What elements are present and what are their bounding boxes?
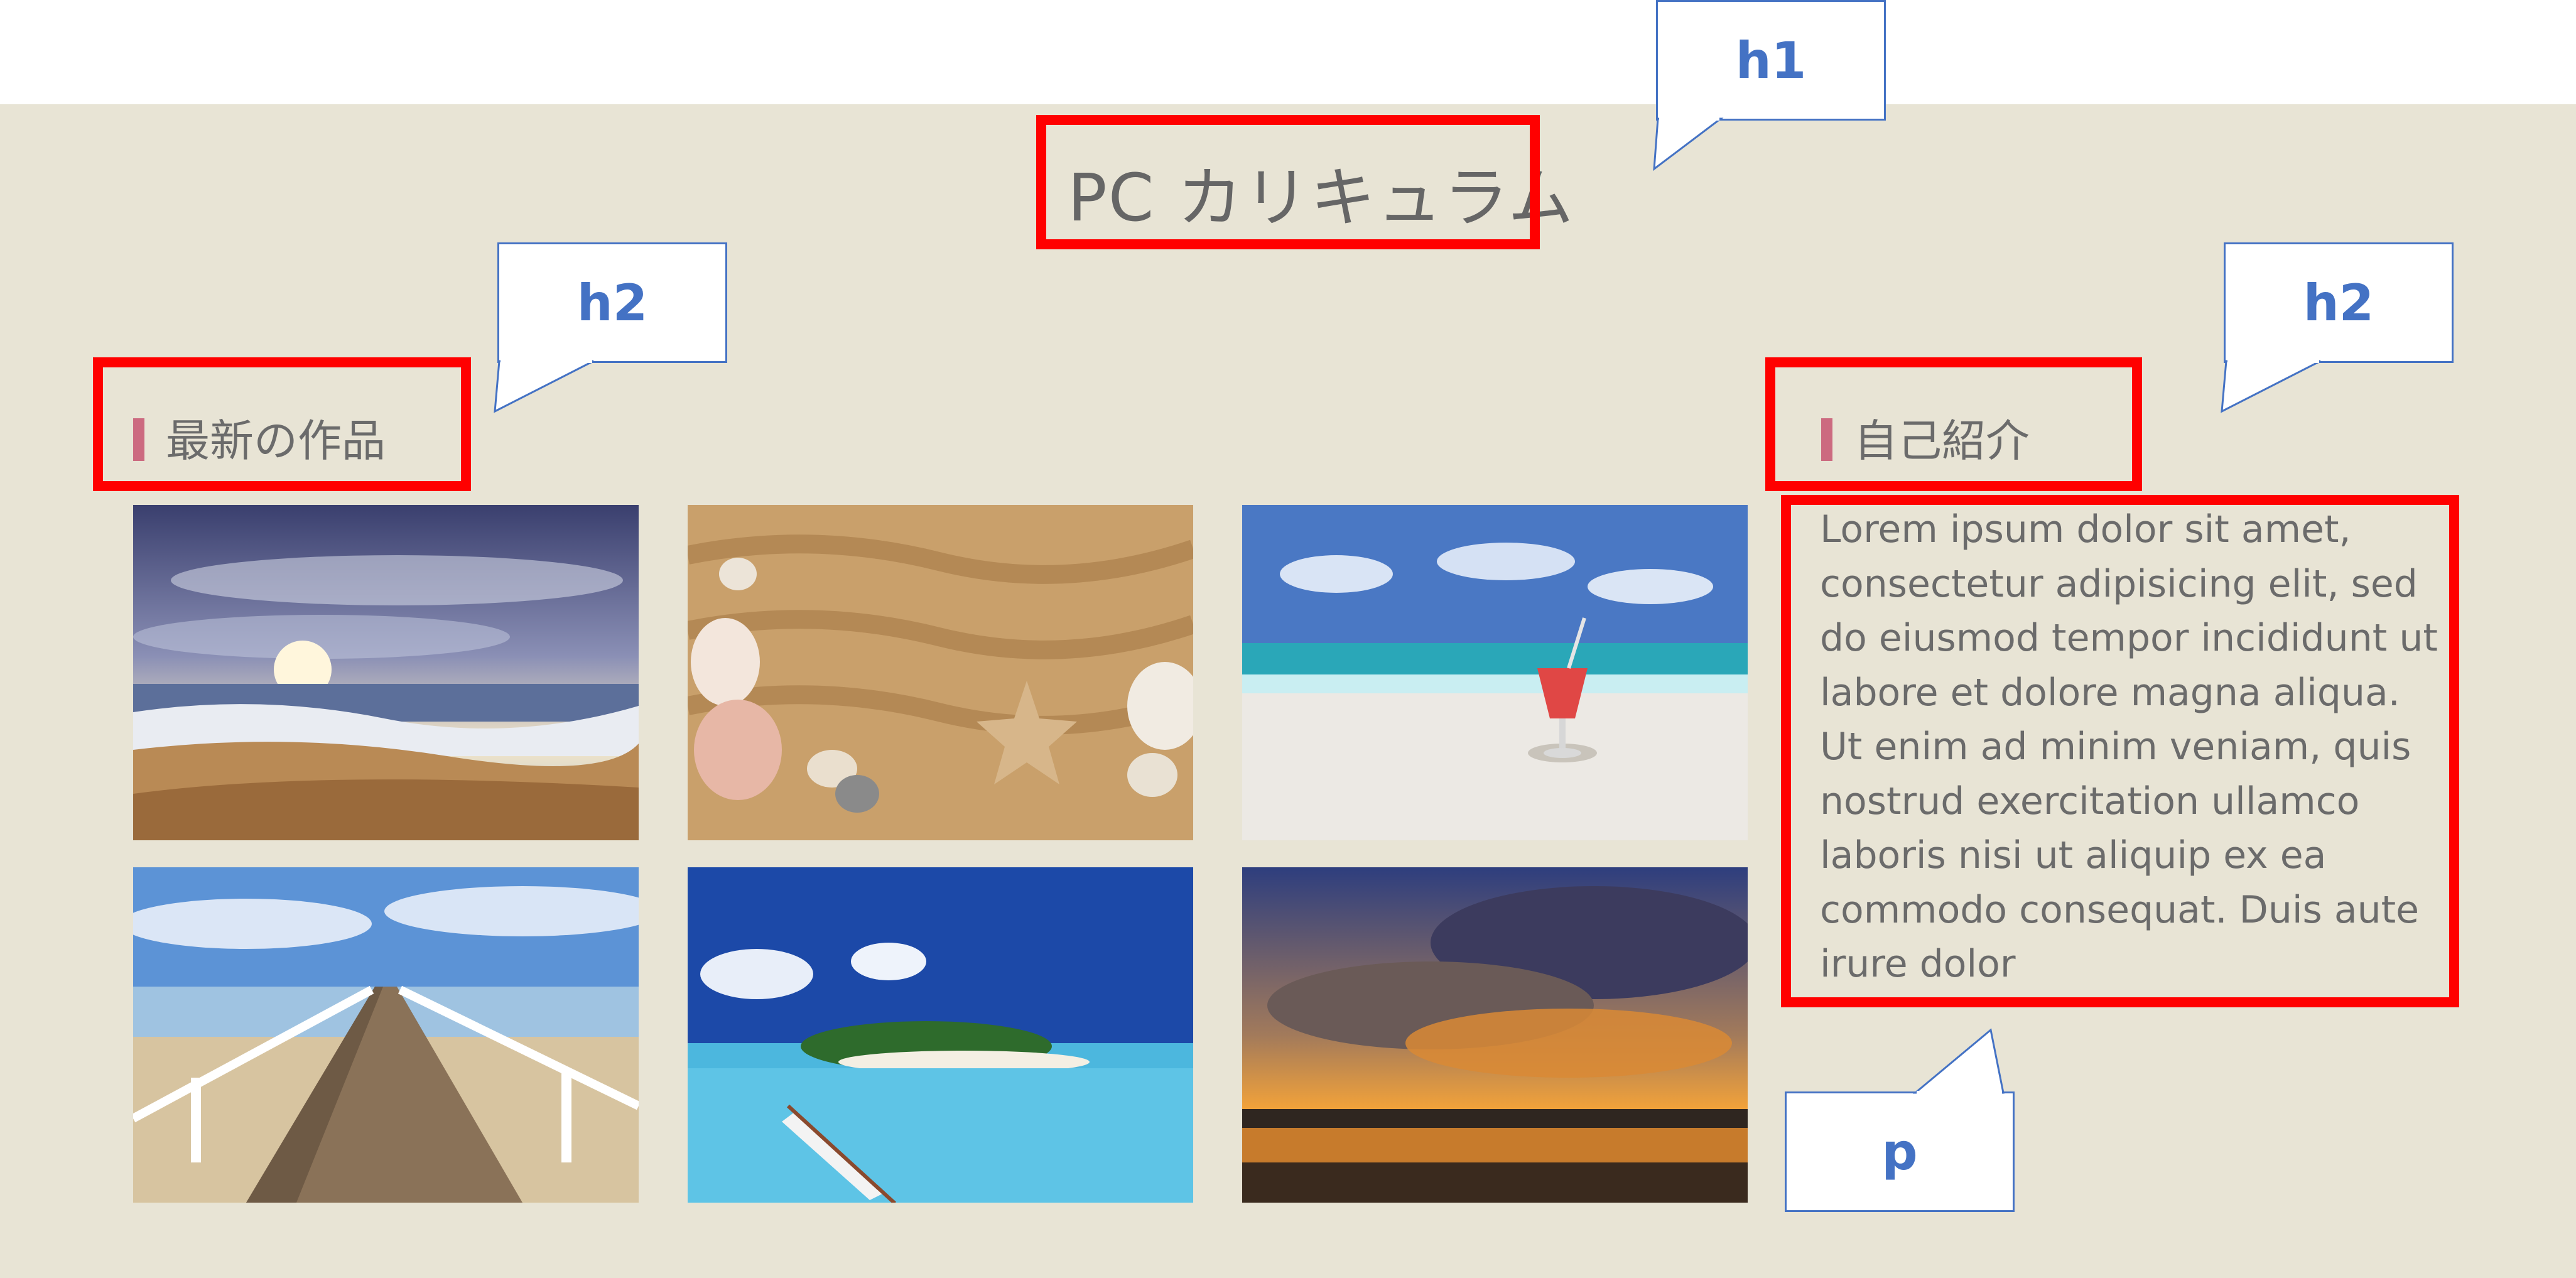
callout-h2-profile-label: h2 xyxy=(2303,273,2374,332)
callout-h2-works-label: h2 xyxy=(576,273,648,332)
gallery-thumbnail-sunset-beach[interactable] xyxy=(133,505,639,840)
seashells-starfish-sand-photo xyxy=(688,505,1193,840)
highlight-box-h2-profile xyxy=(1765,357,2142,491)
tropical-island-canoe-photo xyxy=(688,867,1193,1203)
dramatic-sunset-clouds-photo xyxy=(1242,867,1748,1203)
gallery-thumbnail-seashells[interactable] xyxy=(688,505,1193,840)
callout-h2-works-tail xyxy=(494,359,594,413)
highlight-box-h1 xyxy=(1036,115,1540,249)
sunset-beach-waves-photo xyxy=(133,505,639,840)
highlight-box-h2-works xyxy=(93,357,471,491)
callout-h2-profile-tail xyxy=(2221,359,2321,413)
top-strip xyxy=(0,0,2576,104)
callout-h2-profile: h2 xyxy=(2224,242,2454,363)
gallery-thumbnail-sunset-clouds[interactable] xyxy=(1242,867,1748,1203)
highlight-box-paragraph xyxy=(1781,495,2459,1007)
gallery-thumbnail-island[interactable] xyxy=(688,867,1193,1203)
callout-h1: h1 xyxy=(1656,0,1886,121)
callout-h1-tail xyxy=(1653,117,1724,171)
gallery-thumbnail-beach-cocktail[interactable] xyxy=(1242,505,1748,840)
callout-h1-label: h1 xyxy=(1735,31,1807,90)
callout-p-label: p xyxy=(1881,1122,1918,1181)
callout-p: p xyxy=(1785,1091,2015,1212)
pier-boardwalk-photo xyxy=(133,867,639,1203)
callout-p-tail xyxy=(1912,1028,2005,1095)
cocktail-on-beach-photo xyxy=(1242,505,1748,840)
gallery-thumbnail-pier[interactable] xyxy=(133,867,639,1203)
callout-h2-works: h2 xyxy=(497,242,727,363)
